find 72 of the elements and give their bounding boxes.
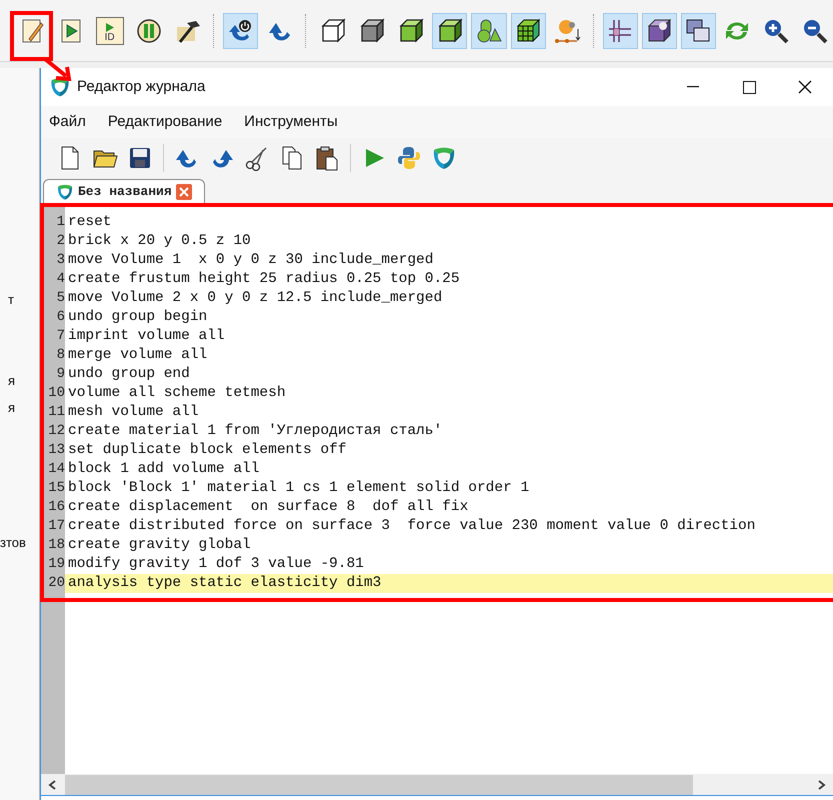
line-number: 9 (56, 365, 65, 384)
app-logo-icon (56, 182, 74, 200)
line-number: 15 (48, 479, 65, 498)
app-logo-icon (49, 76, 71, 98)
line-number: 20 (48, 574, 65, 593)
line-number: 2 (56, 232, 65, 251)
menu-item[interactable]: Инструменты (244, 110, 338, 134)
window-text: зтов (0, 535, 26, 551)
line-number: 11 (48, 403, 65, 422)
code-line: imprint volume all (67, 327, 226, 346)
code-line: brick x 20 y 0.5 z 10 (67, 232, 252, 251)
code-line: create distributed force on surface 3 force value 230 moment value 0 direction (67, 517, 756, 536)
code-line: block 1 add volume all (67, 460, 260, 479)
code-line: modify gravity 1 dof 3 value -9.81 (67, 555, 365, 574)
python-logo-icon (396, 145, 422, 171)
line-number: 17 (48, 517, 65, 536)
pause-icon (134, 16, 163, 44)
line-number: 6 (56, 308, 65, 327)
toolbar-button[interactable] (223, 12, 258, 48)
toolbar-button[interactable] (602, 12, 638, 48)
code-line: undo group begin (67, 308, 208, 327)
menu-item[interactable]: Редактирование (108, 110, 222, 134)
line-number: 3 (56, 251, 65, 270)
line-number: 8 (56, 346, 65, 365)
minimize-icon (687, 86, 699, 88)
code-line: block 'Block 1' material 1 cs 1 element solid order 1 (67, 479, 530, 498)
scrollbar-thumb[interactable] (65, 774, 693, 794)
line-number: 4 (56, 270, 65, 289)
line-number: 13 (48, 441, 65, 460)
window-text: я (8, 400, 16, 416)
line-number: 16 (48, 498, 65, 517)
shapes-icon (474, 16, 503, 44)
toolbar-button[interactable] (432, 12, 468, 48)
code-line: move Volume 1 x 0 y 0 z 30 include_merged (67, 251, 434, 270)
app-logo-icon (431, 145, 457, 171)
code-line: volume all scheme tetmesh (67, 384, 287, 403)
toolbar-button[interactable] (510, 12, 546, 48)
line-number: 18 (48, 536, 65, 555)
code-line: create displacement on surface 8 dof all fix (67, 498, 470, 517)
highlight-frame (10, 11, 53, 61)
close-tab-icon[interactable] (176, 184, 192, 200)
code-line: create frustum height 25 radius 0.25 top 0.25 (67, 270, 461, 289)
clipboard-icon (314, 145, 340, 171)
code-line: create material 1 from 'Углеродистая сталь' (67, 422, 444, 441)
code-line: set duplicate block elements off (67, 441, 348, 460)
window-text: т (8, 292, 14, 308)
window-title: Редактор журнала (77, 76, 206, 97)
line-number: 1 (56, 213, 65, 232)
code-line: reset (67, 213, 113, 232)
toolbar-button[interactable] (642, 12, 677, 48)
file-tab[interactable]: Без названия (43, 179, 205, 203)
windows-icon (684, 16, 712, 44)
menu-item[interactable]: Файл (49, 110, 86, 134)
line-number: 14 (48, 460, 65, 479)
line-number: 7 (56, 327, 65, 346)
code-line: mesh volume all (67, 403, 200, 422)
line-number: 10 (48, 384, 65, 403)
cube-sphere-icon (645, 16, 674, 44)
code-line: create gravity global (67, 536, 252, 555)
horizontal-scrollbar[interactable] (41, 774, 833, 796)
toolbar-button[interactable] (471, 12, 506, 48)
code-line: merge volume all (67, 346, 208, 365)
window-text: я (8, 373, 16, 389)
maximize-icon (742, 80, 756, 94)
toolbar-button[interactable] (680, 12, 716, 48)
code-line: move Volume 2 x 0 y 0 z 12.5 include_merged (67, 289, 444, 308)
mesh-cube-icon (514, 16, 542, 44)
line-number: 19 (48, 555, 65, 574)
line-number: 5 (56, 289, 65, 308)
code-line: undo group end (67, 365, 191, 384)
close-icon (798, 80, 812, 94)
line-number: 12 (48, 422, 65, 441)
